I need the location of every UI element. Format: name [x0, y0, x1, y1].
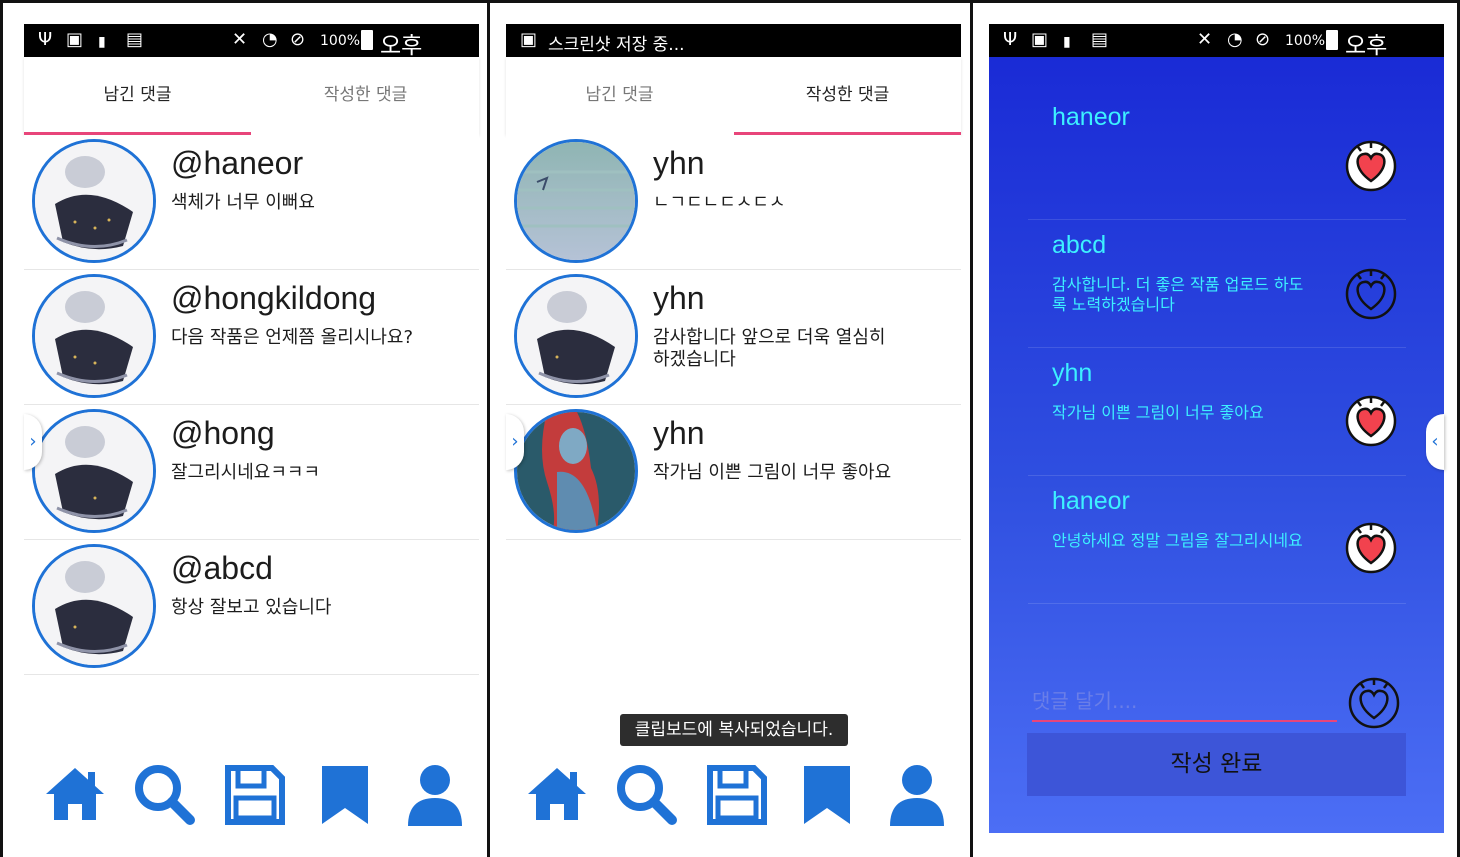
comment-text: 작가님 이쁜 그림이 너무 좋아요 — [653, 462, 892, 483]
search-icon[interactable] — [612, 760, 682, 830]
screenshot-caption: 스크린샷 저장 중... — [548, 35, 685, 55]
usb-icon: Ψ — [38, 29, 53, 50]
comment-input-wrapper — [1032, 682, 1337, 722]
list-item[interactable]: yhn 작가님 이쁜 그림이 너무 좋아요 — [506, 405, 961, 540]
battery-percent: 100% — [1285, 33, 1326, 49]
comment-text: 감사합니다. 더 좋은 작품 업로드 하도록 노력하겠습니다 — [1052, 275, 1304, 314]
status-bar: Ψ ▣ ▮ ▤ ✕ ◔ ⊘ 100% 오후 5:24 — [989, 24, 1444, 86]
comment-username: @hong — [171, 415, 275, 451]
avatar — [514, 139, 638, 263]
list-item[interactable]: yhn 감사합니다 앞으로 더욱 열심히 하겠습니다 — [506, 270, 961, 405]
battery-small-icon: ▮ — [98, 34, 106, 50]
panel-divider — [970, 0, 973, 857]
panel-divider — [487, 0, 490, 857]
comment-username: @hongkildong — [171, 280, 377, 316]
chevron-right-icon: › — [511, 431, 519, 452]
list-item[interactable]: @haneor 색체가 너무 이뻐요 — [24, 135, 479, 270]
status-bar: Ψ ▣ ▮ ▤ ✕ ◔ ⊘ 100% 오후 1:44 — [24, 24, 479, 86]
wifi-icon: ◔ — [262, 29, 278, 50]
usb-icon: Ψ — [1003, 29, 1018, 50]
avatar — [32, 139, 156, 263]
battery-percent: 100% — [320, 33, 361, 49]
chevron-right-icon: › — [29, 431, 37, 452]
wifi-icon: ◔ — [1227, 29, 1243, 50]
frame-border-left — [0, 0, 3, 857]
comment-text: 작가님 이쁜 그림이 너무 좋아요 — [1052, 403, 1264, 422]
avatar — [514, 274, 638, 398]
drawer-handle[interactable]: ‹ — [1426, 414, 1444, 470]
list-item[interactable]: yhn 작가님 이쁜 그림이 너무 좋아요 — [1028, 349, 1406, 476]
list-item[interactable]: abcd 감사합니다. 더 좋은 작품 업로드 하도록 노력하겠습니다 — [1028, 221, 1406, 348]
submit-comment-button[interactable]: 작성 완료 — [1027, 733, 1406, 796]
comment-text: 다음 작품은 언제쯤 올리시나요? — [171, 327, 413, 348]
profile-icon[interactable] — [400, 760, 470, 830]
tab-left-comments[interactable]: 남긴 댓글 — [506, 57, 733, 135]
tab-left-comments[interactable]: 남긴 댓글 — [24, 57, 251, 135]
status-bar: ▣ 스크린샷 저장 중... — [506, 24, 961, 57]
comment-tabs: 남긴 댓글 작성한 댓글 — [506, 57, 961, 135]
comment-username: @haneor — [171, 145, 304, 181]
comment-username: yhn — [653, 280, 705, 316]
tab-written-comments[interactable]: 작성한 댓글 — [252, 57, 479, 135]
battery-icon — [1326, 30, 1338, 50]
comment-username: yhn — [1052, 359, 1093, 387]
heart-like-icon[interactable] — [1344, 521, 1398, 575]
list-item[interactable]: yhn ㄴㄱㄷㄴㄷㅅㄷㅅ — [506, 135, 961, 270]
comment-text: 항상 잘보고 있습니다 — [171, 597, 332, 618]
avatar — [32, 544, 156, 668]
heart-outline-icon[interactable] — [1344, 267, 1398, 321]
comment-username: yhn — [653, 145, 705, 181]
list-item[interactable]: haneor 안녕하세요 정말 그림을 잘그리시네요 — [1028, 477, 1406, 604]
list-item[interactable]: @hongkildong 다음 작품은 언제쯤 올리시나요? — [24, 270, 479, 405]
comment-text: 잘그리시네요ㅋㅋㅋ — [171, 462, 321, 483]
notification-icon: ▤ — [126, 29, 144, 50]
comment-input[interactable] — [1032, 682, 1337, 720]
image-icon: ▣ — [1031, 29, 1049, 50]
list-item[interactable]: @abcd 항상 잘보고 있습니다 — [24, 540, 479, 675]
image-icon: ▣ — [520, 29, 538, 50]
mute-icon: ✕ — [1197, 29, 1213, 50]
comment-text: ㄴㄱㄷㄴㄷㅅㄷㅅ — [653, 192, 786, 213]
list-item[interactable]: @hong 잘그리시네요ㅋㅋㅋ — [24, 405, 479, 540]
save-icon[interactable] — [702, 760, 772, 830]
notification-icon: ▤ — [1091, 29, 1109, 50]
comment-text: 안녕하세요 정말 그림을 잘그리시네요 — [1052, 531, 1303, 550]
comment-text: 감사합니다 앞으로 더욱 열심히 하겠습니다 — [653, 327, 886, 370]
bookmark-icon[interactable] — [792, 760, 862, 830]
chevron-left-icon: ‹ — [1431, 431, 1439, 452]
comment-text: 색체가 너무 이뻐요 — [171, 192, 315, 213]
avatar — [32, 409, 156, 533]
image-icon: ▣ — [66, 29, 84, 50]
comment-username: haneor — [1052, 103, 1130, 131]
toast-message: 클립보드에 복사되었습니다. — [620, 714, 848, 746]
comment-username: abcd — [1052, 231, 1107, 259]
profile-icon[interactable] — [882, 760, 952, 830]
home-icon[interactable] — [40, 760, 110, 830]
heart-like-icon[interactable] — [1344, 139, 1398, 193]
heart-like-icon[interactable] — [1344, 394, 1398, 448]
comment-tabs: 남긴 댓글 작성한 댓글 — [24, 57, 479, 135]
bottom-nav — [506, 760, 961, 830]
avatar — [32, 274, 156, 398]
search-icon[interactable] — [130, 760, 200, 830]
avatar — [514, 409, 638, 533]
comment-username: haneor — [1052, 487, 1130, 515]
battery-icon — [361, 30, 373, 50]
battery-small-icon: ▮ — [1063, 34, 1071, 50]
frame-border-top — [0, 0, 1460, 3]
list-item[interactable]: haneor — [1028, 93, 1406, 220]
heart-outline-icon[interactable] — [1347, 676, 1401, 730]
comment-username: yhn — [653, 415, 705, 451]
bookmark-icon[interactable] — [310, 760, 380, 830]
save-icon[interactable] — [220, 760, 290, 830]
bottom-nav — [24, 760, 479, 830]
comment-username: @abcd — [171, 550, 273, 586]
block-icon: ⊘ — [1255, 29, 1271, 50]
mute-icon: ✕ — [232, 29, 248, 50]
home-icon[interactable] — [522, 760, 592, 830]
tab-written-comments[interactable]: 작성한 댓글 — [734, 57, 961, 135]
block-icon: ⊘ — [290, 29, 306, 50]
